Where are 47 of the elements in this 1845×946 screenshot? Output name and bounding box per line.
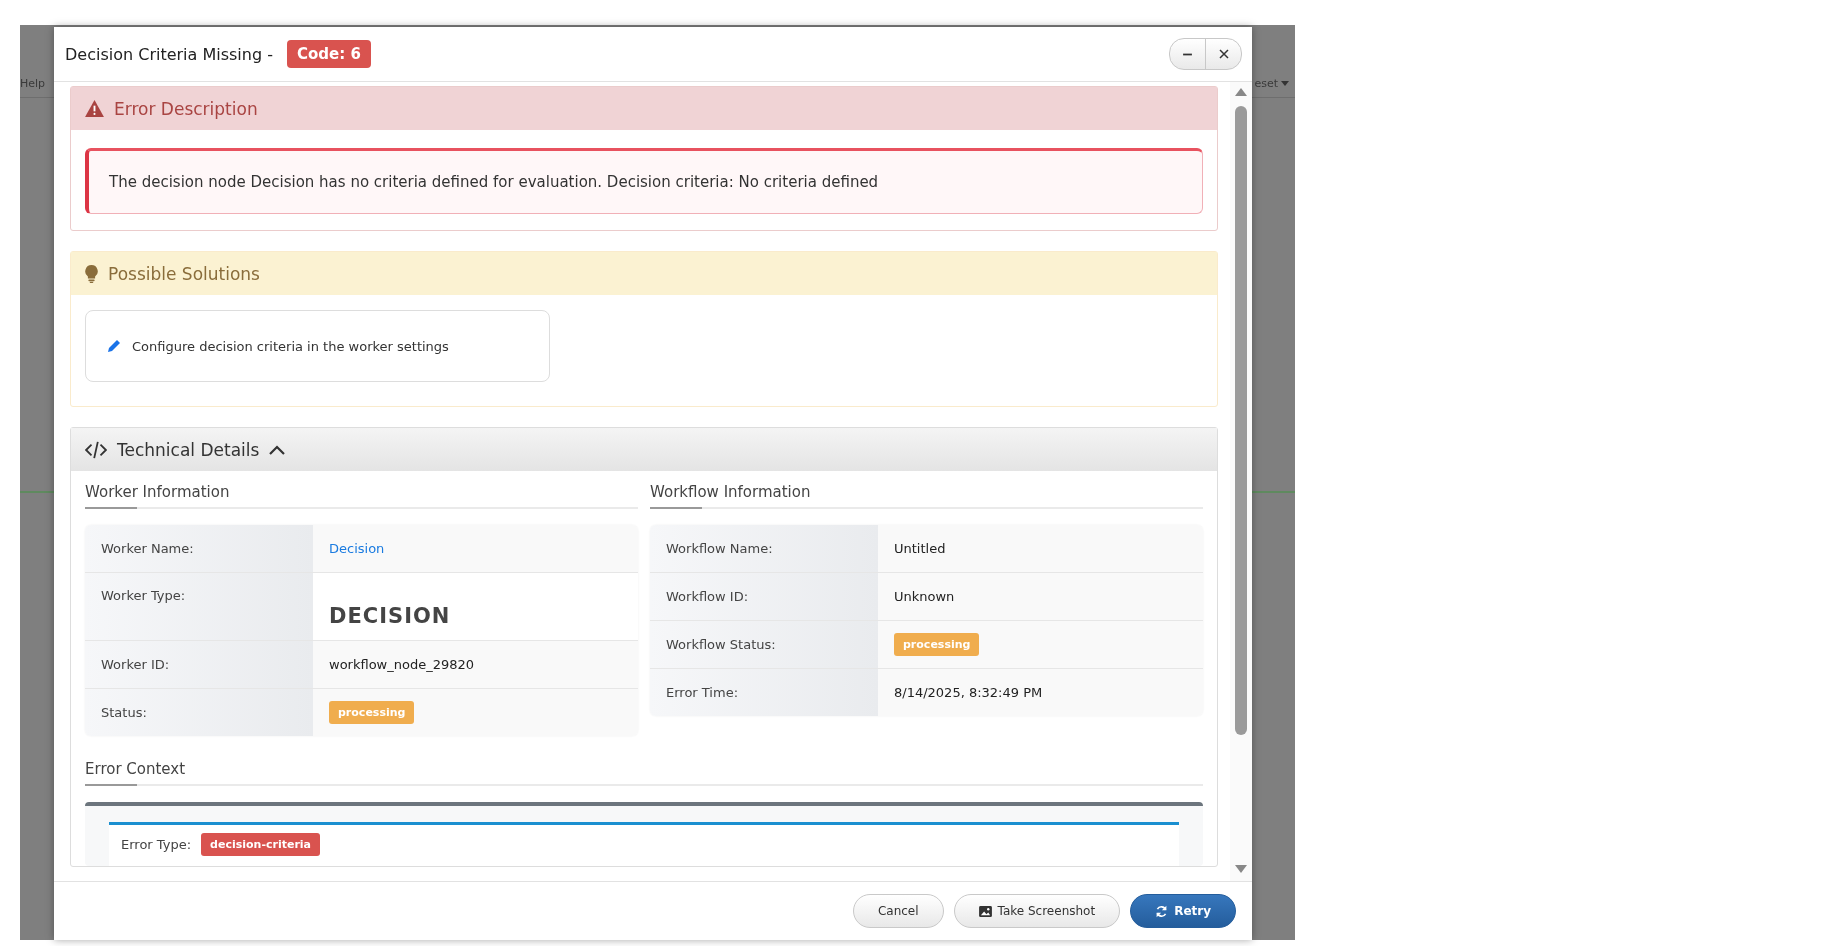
field-label: Worker Type: [101, 588, 186, 603]
solution-text: Configure decision criteria in the worker settings [132, 338, 449, 354]
field-label: Worker ID: [101, 657, 170, 672]
caret-icon [1281, 80, 1289, 86]
refresh-icon [1155, 904, 1169, 918]
status-badge: processing [894, 633, 980, 656]
field-label: Workflow Status: [666, 637, 776, 652]
screenshot-button[interactable]: Take Screenshot [953, 894, 1121, 928]
close-icon[interactable] [1218, 49, 1229, 59]
section-title: Possible Solutions [108, 263, 260, 284]
error-type-badge: decision-criteria [201, 833, 320, 856]
field-label: Status: [101, 705, 147, 720]
field-label: Worker Name: [101, 541, 194, 556]
worker-type-value: DECISION [329, 604, 451, 628]
field-label: Error Type: [121, 837, 192, 852]
menu-item[interactable]: Help [20, 76, 46, 90]
pencil-icon [106, 338, 122, 354]
value-text: 8/14/2025, 8:32:49 PM [894, 685, 1043, 700]
error-code-badge: Code: 6 [286, 40, 371, 68]
scrollbar[interactable] [1230, 82, 1252, 881]
subsection-title: Workflow Information [650, 483, 811, 501]
cancel-button[interactable]: Cancel [852, 894, 944, 928]
subsection-title: Error Context [85, 760, 186, 778]
field-label: Workflow ID: [666, 589, 749, 604]
scroll-up-icon[interactable] [1235, 88, 1247, 96]
error-message: The decision node Decision has no criteria defined for evaluation. Decision criteria: No criteria defined [85, 148, 1203, 214]
value-text: Untitled [894, 541, 946, 556]
warning-icon [85, 100, 104, 117]
section-header[interactable]: Technical Details [71, 428, 1217, 471]
field-label: Error Time: [666, 685, 738, 700]
menu-item[interactable]: eset [1254, 76, 1278, 90]
retry-button[interactable]: Retry [1130, 894, 1236, 928]
value-text: workflow_node_29820 [329, 657, 475, 672]
status-badge: processing [329, 701, 415, 724]
value-text: Unknown [894, 589, 955, 604]
subsection-title: Worker Information [85, 483, 230, 501]
field-label: Workflow Name: [666, 541, 773, 556]
section-title: Error Description [114, 98, 258, 119]
code-icon [85, 440, 107, 459]
worker-name-link[interactable]: Decision [329, 541, 385, 556]
image-icon [978, 905, 992, 917]
lightbulb-icon [85, 264, 98, 283]
chevron-up-icon[interactable] [269, 444, 286, 455]
scrollbar-thumb[interactable] [1235, 106, 1247, 735]
dialog-title: Decision Criteria Missing - [65, 44, 273, 64]
section-title: Technical Details [117, 439, 260, 460]
scroll-down-icon[interactable] [1235, 865, 1247, 873]
